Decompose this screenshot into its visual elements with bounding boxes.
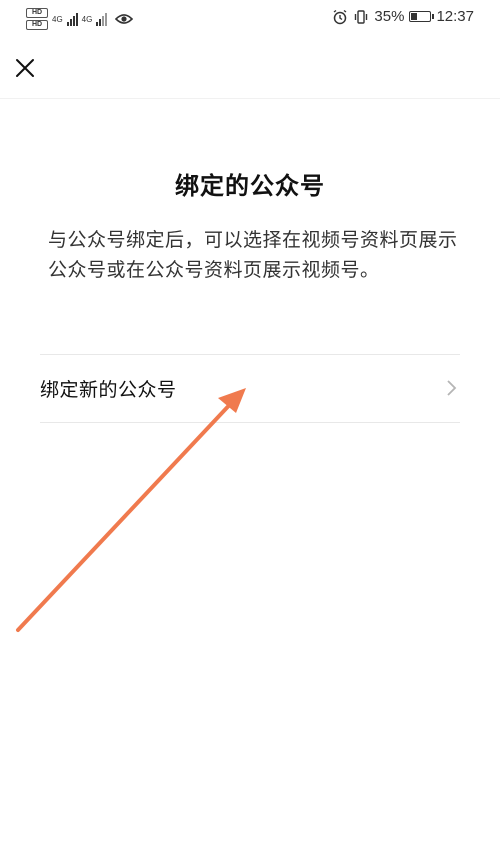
header-divider bbox=[0, 98, 500, 99]
close-button[interactable] bbox=[11, 54, 39, 82]
signal-strength-icon-2 bbox=[96, 12, 108, 26]
eye-icon bbox=[115, 14, 134, 24]
battery-percent: 35% bbox=[374, 8, 405, 25]
status-bar-right: 35% 12:37 bbox=[332, 8, 474, 25]
status-bar-left: HD HD 4G 4G bbox=[26, 4, 134, 34]
chevron-right-icon bbox=[447, 380, 457, 396]
clock: 12:37 bbox=[436, 8, 474, 25]
network-type-1: 4G bbox=[52, 14, 63, 24]
hd-badge-2: HD bbox=[26, 20, 48, 30]
annotation-arrow bbox=[16, 388, 246, 632]
close-icon bbox=[16, 59, 34, 77]
hd-badge-1: HD bbox=[26, 8, 48, 18]
vibrate-icon bbox=[355, 9, 368, 24]
signal-strength-icon bbox=[66, 12, 78, 26]
battery-icon bbox=[409, 11, 435, 22]
network-type-2: 4G bbox=[81, 14, 93, 24]
battery-fill bbox=[411, 13, 418, 20]
hd-indicators: HD HD bbox=[26, 8, 48, 30]
row-divider-bottom bbox=[40, 422, 460, 423]
bind-new-official-account-row[interactable]: 绑定新的公众号 bbox=[40, 355, 460, 422]
alarm-icon bbox=[334, 9, 347, 24]
bind-row-label: 绑定新的公众号 bbox=[40, 379, 177, 401]
status-bar: HD HD 4G 4G 35% 12:37 bbox=[0, 0, 500, 38]
page-description: 与公众号绑定后，可以选择在视频号资料页展示公众号或在公众号资料页展示视频号。 bbox=[48, 229, 458, 281]
page-title: 绑定的公众号 bbox=[175, 172, 325, 200]
